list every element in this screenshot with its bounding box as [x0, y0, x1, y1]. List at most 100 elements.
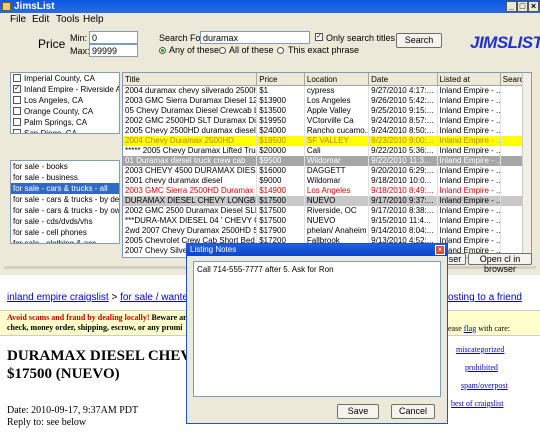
- dialog-title-bar: Listing Notes ×: [187, 244, 447, 256]
- table-row[interactable]: 2004 duramax chevy silverado 2500hd... $1…: [123, 85, 531, 96]
- table-cell: $19500: [256, 136, 305, 146]
- category-item[interactable]: for sale - cars & trucks - all: [11, 183, 119, 194]
- min-price-input[interactable]: [89, 31, 138, 44]
- location-checkbox[interactable]: [13, 107, 21, 115]
- table-cell: Inland Empire - ...: [437, 96, 501, 106]
- any-of-these-radio[interactable]: [159, 47, 166, 54]
- min-label: Min:: [70, 33, 88, 43]
- table-cell: NUEVO: [304, 216, 370, 226]
- all-of-these-radio[interactable]: [219, 47, 226, 54]
- flag-link[interactable]: flag: [464, 324, 476, 333]
- category-item[interactable]: for sale - cds/dvds/vhs: [11, 216, 119, 227]
- table-row[interactable]: 2002 GMC 2500 Duramax Diesel SLE $17500 Ri…: [123, 206, 531, 216]
- table-row[interactable]: 2003 GMC Sierra Duramax Diesel 126K...$1…: [123, 96, 531, 106]
- notes-text: Call 714-555-7777 after 5. Ask for Ron: [197, 265, 334, 274]
- menu-tools[interactable]: Tools: [56, 14, 79, 25]
- notes-textarea[interactable]: Call 714-555-7777 after 5. Ask for Ron: [193, 261, 441, 397]
- location-item[interactable]: Orange County, CA: [11, 106, 119, 117]
- category-item[interactable]: for sale - business: [11, 172, 119, 183]
- table-row[interactable]: 2003 GMC Sierra 2500HD Duramax Di... $149…: [123, 186, 531, 196]
- only-titles-label: Only search titles: [326, 33, 396, 43]
- flag-suffix: with care:: [476, 324, 510, 333]
- location-item[interactable]: Los Angeles, CA: [11, 95, 119, 106]
- table-cell: $9000: [256, 176, 305, 186]
- location-item[interactable]: ✓ Inland Empire - Riverside A: [11, 84, 119, 95]
- only-titles-checkbox[interactable]: ✓: [315, 33, 323, 41]
- column-header[interactable]: Listed at: [437, 73, 501, 86]
- location-label: San Diego, CA: [24, 129, 77, 134]
- flag-prohibited[interactable]: prohibited: [465, 363, 498, 372]
- category-item[interactable]: for sale - books: [11, 161, 119, 172]
- max-price-input[interactable]: [89, 44, 138, 57]
- column-header[interactable]: Date: [368, 73, 438, 86]
- search-button[interactable]: Search: [396, 33, 442, 48]
- table-cell: $20000: [256, 146, 305, 156]
- breadcrumb-link-craigslist[interactable]: inland empire craigslist: [7, 292, 109, 303]
- table-cell: 9/24/2010 8:50:...: [368, 126, 438, 136]
- category-item[interactable]: for sale - cell phones: [11, 227, 119, 238]
- save-button[interactable]: Save: [337, 404, 379, 419]
- table-cell: Inland Empire - ...: [437, 176, 501, 186]
- location-checkbox[interactable]: [13, 96, 21, 104]
- table-cell: $17500: [256, 216, 305, 226]
- open-in-browser-button[interactable]: Open cl in browser: [468, 253, 532, 274]
- column-header[interactable]: Price: [256, 73, 305, 86]
- cancel-button[interactable]: Cancel: [391, 404, 435, 419]
- menu-edit[interactable]: Edit: [32, 14, 49, 25]
- flag-spam-overpost[interactable]: spam/overpost: [461, 381, 508, 390]
- scam-warning-bold: Avoid scams and fraud by dealing locally…: [7, 313, 150, 322]
- table-header: TitlePriceLocationDateListed atSearch U.…: [123, 73, 531, 86]
- location-checkbox[interactable]: ✓: [13, 85, 21, 93]
- app-icon: [2, 2, 11, 11]
- table-row[interactable]: 05 Chevy Duramax Diesel Crewcab LB... $13…: [123, 106, 531, 116]
- location-item[interactable]: San Diego, CA: [11, 128, 119, 134]
- table-cell: 9/17/2010 9:37:...: [368, 196, 438, 206]
- column-header[interactable]: Location: [304, 73, 370, 86]
- table-row[interactable]: 2005 Chevy 2500HD duramax diesel 7... $24…: [123, 126, 531, 136]
- table-row[interactable]: ***DURA-MAX DIESEL 04 ' CHEVY C... $17500…: [123, 216, 531, 226]
- flag-best-of-craigslist[interactable]: best of craigslist: [451, 399, 503, 408]
- exact-phrase-radio[interactable]: [277, 47, 284, 54]
- table-row[interactable]: 2002 GMC 2500HD SLT Duramax Die... $19950…: [123, 116, 531, 126]
- flag-miscategorized[interactable]: miscategorized: [456, 345, 504, 354]
- location-item[interactable]: Palm Springs, CA: [11, 117, 119, 128]
- column-header[interactable]: Title: [123, 73, 258, 86]
- table-row[interactable]: 2001 chevy duramax diesel $9000 Wildomar 9/…: [123, 176, 531, 186]
- table-row[interactable]: ***** 2005 Chevy Duramax Lifted Truc... $…: [123, 146, 531, 156]
- location-item[interactable]: Imperial County, CA: [11, 73, 119, 84]
- table-cell: Inland Empire - ...: [437, 156, 501, 166]
- table-row[interactable]: 2003 CHEVY 4500 DURAMAX DIESE... $16000 DA…: [123, 166, 531, 176]
- table-cell: Inland Empire - ...: [437, 186, 501, 196]
- scam-warning-text: Beware an: [149, 313, 188, 322]
- table-cell: $9500: [256, 156, 305, 166]
- table-row[interactable]: 01 Duramax diesel truck crew cab $9500 Wil…: [123, 156, 531, 166]
- search-input[interactable]: [200, 31, 310, 44]
- menu-help[interactable]: Help: [83, 14, 104, 25]
- table-cell: 9/17/2010 8:38:...: [368, 206, 438, 216]
- results-scrollbar[interactable]: [522, 73, 531, 257]
- table-row[interactable]: 2wd 2007 Chevy Duramax 2500HD Sil... $179…: [123, 226, 531, 236]
- table-row[interactable]: 2004 Chevy Duramax 2500HD $19500 SF VALLEY…: [123, 136, 531, 146]
- location-checkbox[interactable]: [13, 118, 21, 126]
- breadcrumb-link-forsale[interactable]: for sale / wante: [120, 292, 188, 303]
- table-cell: Inland Empire - ...: [437, 166, 501, 176]
- listing-notes-dialog: Listing Notes × Call 714-555-7777 after …: [186, 243, 448, 424]
- category-item[interactable]: for sale - cars & trucks - by owr: [11, 205, 119, 216]
- table-cell: Los Angeles: [304, 96, 370, 106]
- category-item[interactable]: for sale - clothing & acc: [11, 238, 119, 243]
- menu-file[interactable]: File: [10, 14, 26, 25]
- category-item[interactable]: for sale - cars & trucks - by dea: [11, 194, 119, 205]
- table-cell: Inland Empire - ...: [437, 206, 501, 216]
- table-cell: Apple Valley: [304, 106, 370, 116]
- location-checkbox[interactable]: [13, 129, 21, 133]
- table-cell: 2002 GMC 2500HD SLT Duramax Die...: [123, 116, 258, 126]
- maximize-button[interactable]: □: [517, 1, 528, 12]
- email-to-friend-link[interactable]: osting to a friend: [448, 292, 522, 303]
- location-checkbox[interactable]: [13, 74, 21, 82]
- dialog-close-button[interactable]: ×: [435, 245, 445, 255]
- table-cell: 9/25/2010 9:15:...: [368, 106, 438, 116]
- table-row[interactable]: DURAMAX DIESEL CHEVY LONGBE... $17500 NUEV…: [123, 196, 531, 206]
- table-cell: 9/23/2010 9:00:...: [368, 136, 438, 146]
- close-button[interactable]: ×: [528, 1, 539, 12]
- minimize-button[interactable]: _: [506, 1, 517, 12]
